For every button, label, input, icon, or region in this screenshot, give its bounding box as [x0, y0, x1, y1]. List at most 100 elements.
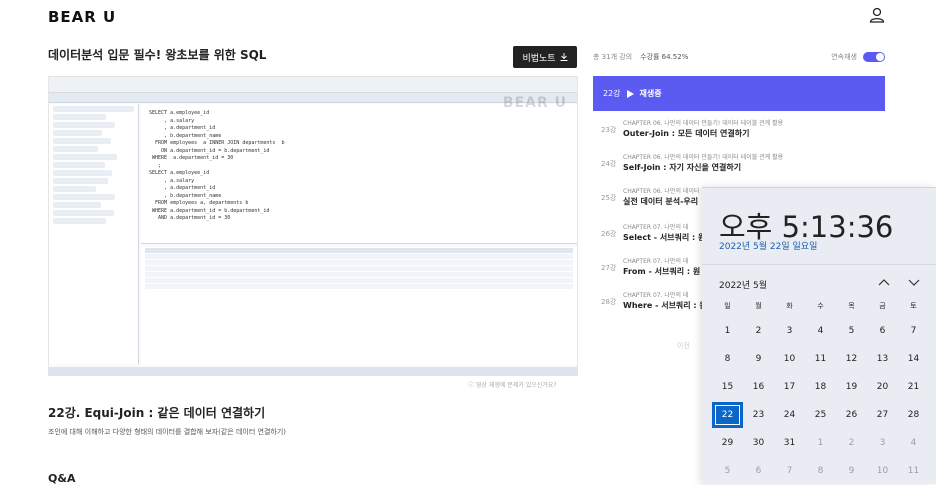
video-watermark: BEAR U [502, 95, 567, 111]
video-player[interactable]: SELECT a.employee_id , a.salary , a.depa… [48, 76, 578, 376]
lesson-title: Where - 서브쿼리 : 원 [623, 301, 707, 310]
lesson-number: 27강 [601, 264, 617, 272]
lesson-chapter: CHAPTER 07. 나만의 데 [623, 224, 689, 231]
sql-line: , b.department_name [149, 132, 222, 139]
sql-line: , a.salary [149, 177, 195, 184]
video-toolbar [49, 93, 577, 103]
user-icon[interactable] [868, 6, 886, 24]
calendar-day[interactable]: 20 [867, 374, 898, 400]
sql-line: AND a.department_id = 30 [149, 215, 231, 221]
weekday-label: 일 [724, 302, 731, 310]
autoplay-label: 연속재생 [831, 53, 857, 61]
calendar-day[interactable]: 26 [836, 402, 867, 428]
calendar-day[interactable]: 4 [805, 318, 836, 344]
lesson-number: 23강 [601, 126, 617, 134]
sql-line: , a.salary [149, 117, 195, 124]
lesson-title: Select - 서브쿼리 : 원 [623, 233, 706, 242]
sql-line: WHERE a.department_id = 30 [149, 155, 234, 161]
sql-line: FROM employees a, departments b [149, 200, 249, 206]
calendar-day[interactable]: 7 [898, 318, 929, 344]
lesson-title: 실전 데이터 분석-우리 [623, 197, 699, 206]
calendar-day[interactable]: 17 [774, 374, 805, 400]
calendar-day[interactable]: 5 [712, 458, 743, 484]
lesson-item[interactable]: 24강 CHAPTER 06. 나만의 데이터 만들기! 데이터 테이블 관계 … [593, 147, 885, 181]
video-sql-editor: SELECT a.employee_id , a.salary , a.depa… [141, 104, 577, 244]
calendar-day[interactable]: 24 [774, 402, 805, 428]
clock-date-link[interactable]: 2022년 5월 22일 일요일 [719, 239, 817, 252]
sql-line: , b.department_name [149, 192, 222, 199]
lesson-chapter: CHAPTER 07. 나만의 데 [623, 258, 689, 265]
weekday-label: 목 [848, 302, 855, 310]
lesson-number: 26강 [601, 230, 617, 238]
calendar-month[interactable]: 2022년 5월 [719, 278, 767, 291]
calendar-day[interactable]: 10 [867, 458, 898, 484]
weekday-label: 화 [786, 302, 793, 310]
calendar-day[interactable]: 18 [805, 374, 836, 400]
calendar-day[interactable]: 5 [836, 318, 867, 344]
calendar-day[interactable]: 3 [774, 318, 805, 344]
calendar-day[interactable]: 14 [898, 346, 929, 372]
calendar-day[interactable]: 27 [867, 402, 898, 428]
note-button[interactable]: 비법노트 [513, 46, 577, 68]
calendar-day[interactable]: 19 [836, 374, 867, 400]
calendar-day[interactable]: 12 [836, 346, 867, 372]
lesson-number: 28강 [601, 298, 617, 306]
sql-line: , a.department_id [149, 125, 216, 131]
logo[interactable]: BEAR U [48, 8, 116, 26]
calendar-day[interactable]: 8 [712, 346, 743, 372]
calendar-day[interactable]: 6 [743, 458, 774, 484]
calendar-day[interactable]: 25 [805, 402, 836, 428]
clock-calendar-flyout: 오후 5:13:36 2022년 5월 22일 일요일 2022년 5월 일월화… [702, 187, 936, 484]
calendar-day[interactable]: 10 [774, 346, 805, 372]
calendar-day[interactable]: 15 [712, 374, 743, 400]
calendar-day[interactable]: 7 [774, 458, 805, 484]
calendar-day[interactable]: 9 [743, 346, 774, 372]
calendar-day[interactable]: 28 [898, 402, 929, 428]
video-connections-tree [49, 104, 139, 364]
lesson-title: Outer-Join : 모든 데이터 연결하기 [623, 129, 750, 138]
autoplay-toggle[interactable] [863, 52, 885, 62]
divider [702, 264, 936, 265]
calendar-day[interactable]: 8 [805, 458, 836, 484]
calendar-day[interactable]: 2 [743, 318, 774, 344]
weekday-label: 수 [817, 302, 824, 310]
calendar-day[interactable]: 30 [743, 430, 774, 456]
weekday-label: 월 [755, 302, 762, 310]
chevron-down-icon[interactable] [907, 276, 921, 288]
calendar-day[interactable]: 22 [712, 402, 743, 428]
now-playing-label: 재생중 [639, 89, 662, 98]
weekday-label: 토 [910, 302, 917, 310]
course-title: 데이터분석 입문 필수! 왕초보를 위한 SQL [48, 48, 267, 62]
previous-link[interactable]: 이전 [677, 341, 690, 351]
calendar-day[interactable]: 21 [898, 374, 929, 400]
calendar-day[interactable]: 29 [712, 430, 743, 456]
progress-rate: 수강률 64.52% [640, 53, 689, 61]
now-playing-number: 22강 [603, 89, 621, 98]
calendar-day[interactable]: 6 [867, 318, 898, 344]
video-report-link[interactable]: ⓘ 영상 재생에 문제가 있으신가요? [468, 380, 557, 389]
calendar-day[interactable]: 1 [805, 430, 836, 456]
calendar-day[interactable]: 4 [898, 430, 929, 456]
calendar-day[interactable]: 1 [712, 318, 743, 344]
calendar-day[interactable]: 11 [805, 346, 836, 372]
calendar-day[interactable]: 11 [898, 458, 929, 484]
lesson-title: Self-Join : 자기 자신을 연결하기 [623, 163, 742, 172]
calendar-day[interactable]: 3 [867, 430, 898, 456]
lesson-item[interactable]: 23강 CHAPTER 06. 나만의 데이터 만들기! 데이터 테이블 관계 … [593, 113, 885, 147]
qa-heading: Q&A [48, 472, 76, 485]
calendar-day[interactable]: 31 [774, 430, 805, 456]
lesson-description: 조인에 대해 이해하고 다양한 형태의 데이터를 결합해 보자(같은 데이터 연… [48, 428, 287, 436]
now-playing-item[interactable]: 22강 재생중 [593, 76, 885, 111]
sql-line: , a.department_id [149, 185, 216, 191]
calendar-day[interactable]: 9 [836, 458, 867, 484]
lesson-chapter: CHAPTER 06. 나만의 데이터 만들기! 데이터 테이블 관계 활용 [623, 120, 784, 127]
note-button-label: 비법노트 [522, 53, 556, 64]
sql-line: ON a.department_id = b.department_id [149, 147, 270, 154]
calendar-day[interactable]: 16 [743, 374, 774, 400]
calendar-day[interactable]: 13 [867, 346, 898, 372]
calendar-day[interactable]: 2 [836, 430, 867, 456]
calendar-day[interactable]: 23 [743, 402, 774, 428]
chevron-up-icon[interactable] [877, 276, 891, 288]
sql-line: SELECT a.employee_id [149, 110, 210, 116]
sql-line: ; [149, 162, 162, 169]
